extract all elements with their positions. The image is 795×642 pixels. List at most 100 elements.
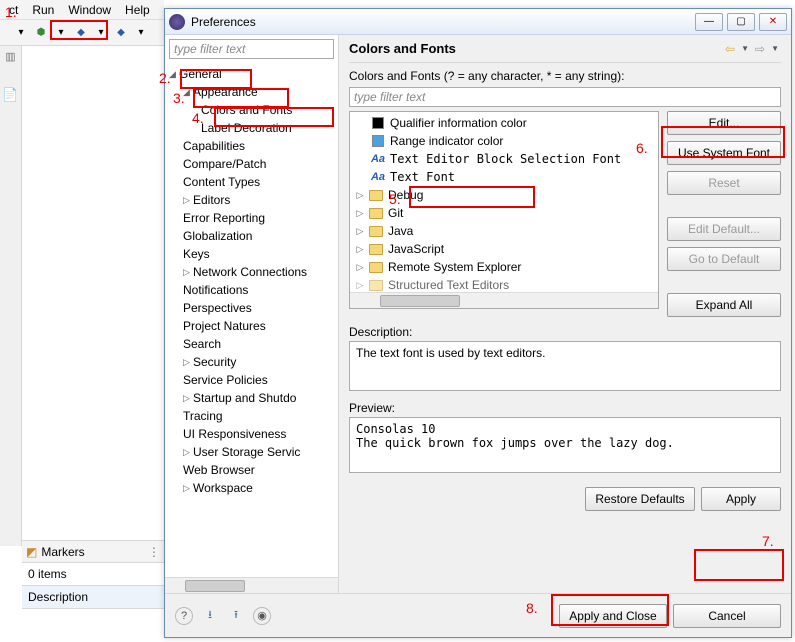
tree-security[interactable]: Security	[193, 353, 236, 371]
colors-fonts-list[interactable]: Qualifier information color Range indica…	[349, 111, 659, 309]
preferences-dialog: Preferences — ▢ ✕ type filter text ◢Gene…	[164, 8, 792, 638]
app-toolbar: ▾ ⬢ ▾ ◆ ▾ ◆ ▾	[0, 20, 164, 46]
tree-general[interactable]: General	[179, 65, 222, 83]
expand-all-button[interactable]: Expand All	[667, 293, 781, 317]
toolbar-icon[interactable]: ▾	[132, 24, 150, 42]
tree-tracing[interactable]: Tracing	[183, 407, 223, 425]
item-remote-system-explorer[interactable]: Remote System Explorer	[388, 258, 521, 276]
tree-perspectives[interactable]: Perspectives	[183, 299, 252, 317]
folder-icon	[369, 208, 383, 219]
dialog-titlebar: Preferences — ▢ ✕	[165, 9, 791, 35]
folder-icon	[369, 280, 383, 291]
tree-service-policies[interactable]: Service Policies	[183, 371, 268, 389]
help-icon[interactable]: ?	[175, 607, 193, 625]
import-icon[interactable]: ⭳	[201, 607, 219, 625]
toolbar-icon[interactable]: ▾	[92, 24, 110, 42]
tree-filter-input[interactable]: type filter text	[169, 39, 334, 59]
preference-tree[interactable]: ◢General ◢Appearance Colors and Fonts La…	[165, 63, 338, 577]
preference-main-pane: Colors and Fonts ⇦ ▼ ⇨ ▼ Colors and Font…	[339, 35, 791, 593]
close-button[interactable]: ✕	[759, 13, 787, 31]
markers-tab-label[interactable]: Markers	[41, 545, 84, 559]
tree-ui-responsiveness[interactable]: UI Responsiveness	[183, 425, 286, 443]
folder-icon	[369, 190, 383, 201]
reset-button[interactable]: Reset	[667, 171, 781, 195]
colors-fonts-filter-input[interactable]: type filter text	[349, 87, 781, 107]
tree-appearance[interactable]: Appearance	[193, 83, 258, 101]
preview-label: Preview:	[349, 401, 781, 415]
tree-capabilities[interactable]: Capabilities	[183, 137, 245, 155]
restore-icon[interactable]: ▥	[5, 50, 15, 63]
cancel-button[interactable]: Cancel	[673, 604, 781, 628]
apply-button[interactable]: Apply	[701, 487, 781, 511]
oomph-icon[interactable]: ◉	[253, 607, 271, 625]
tree-startup-shutdown[interactable]: Startup and Shutdo	[193, 389, 296, 407]
preference-tree-pane: type filter text ◢General ◢Appearance Co…	[165, 35, 339, 593]
menu-help[interactable]: Help	[118, 1, 157, 19]
markers-icon: ◩	[26, 545, 37, 559]
item-range-color[interactable]: Range indicator color	[390, 132, 503, 150]
tree-globalization[interactable]: Globalization	[183, 227, 252, 245]
dialog-footer: ? ⭳ ⭱ ◉ Apply and Close Cancel	[165, 593, 791, 637]
restore-defaults-button[interactable]: Restore Defaults	[585, 487, 695, 511]
item-block-selection-font[interactable]: Text Editor Block Selection Font	[390, 150, 621, 168]
tree-user-storage[interactable]: User Storage Servic	[193, 443, 300, 461]
tree-workspace[interactable]: Workspace	[193, 479, 253, 497]
description-box: The text font is used by text editors.	[349, 341, 781, 391]
minimize-button[interactable]: —	[695, 13, 723, 31]
server2-icon[interactable]: ◆	[112, 24, 130, 42]
server-icon[interactable]: ◆	[72, 24, 90, 42]
list-horiz-scrollbar[interactable]	[350, 292, 658, 308]
tree-colors-fonts[interactable]: Colors and Fonts	[201, 101, 292, 119]
menu-window[interactable]: Window	[61, 1, 118, 19]
font-icon: Aa	[371, 168, 385, 186]
description-label: Description:	[349, 325, 781, 339]
folder-icon	[369, 226, 383, 237]
new-icon[interactable]: ⬢	[32, 24, 50, 42]
tree-editors[interactable]: Editors	[193, 191, 230, 209]
apply-and-close-button[interactable]: Apply and Close	[559, 604, 667, 628]
tree-notifications[interactable]: Notifications	[183, 281, 248, 299]
tree-search[interactable]: Search	[183, 335, 221, 353]
item-java[interactable]: Java	[388, 222, 413, 240]
edit-default-button[interactable]: Edit Default...	[667, 217, 781, 241]
go-to-default-button[interactable]: Go to Default	[667, 247, 781, 271]
folder-icon	[369, 262, 383, 273]
tree-label-decorations[interactable]: Label Decoration	[201, 119, 292, 137]
item-debug[interactable]: Debug	[388, 186, 423, 204]
tree-network-connections[interactable]: Network Connections	[193, 263, 307, 281]
nav-back-icon[interactable]: ⇦	[723, 42, 737, 56]
tree-web-browser[interactable]: Web Browser	[183, 461, 255, 479]
markers-col-description[interactable]: Description	[22, 586, 164, 609]
eclipse-icon	[169, 14, 185, 30]
item-javascript[interactable]: JavaScript	[388, 240, 444, 258]
package-explorer-icon[interactable]: 📄	[2, 87, 18, 103]
tree-horiz-scrollbar[interactable]	[165, 577, 338, 593]
folder-icon	[369, 244, 383, 255]
tree-compare-patch[interactable]: Compare/Patch	[183, 155, 266, 173]
nav-forward-menu[interactable]: ▼	[769, 44, 781, 53]
colors-fonts-hint: Colors and Fonts (? = any character, * =…	[349, 69, 781, 83]
tree-keys[interactable]: Keys	[183, 245, 210, 263]
item-git[interactable]: Git	[388, 204, 403, 222]
maximize-button[interactable]: ▢	[727, 13, 755, 31]
toolbar-icon[interactable]: ▾	[52, 24, 70, 42]
menu-run[interactable]: Run	[25, 1, 61, 19]
export-icon[interactable]: ⭱	[227, 607, 245, 625]
menu-ct[interactable]: ct	[2, 1, 25, 19]
page-title: Colors and Fonts	[349, 41, 723, 56]
tree-content-types[interactable]: Content Types	[183, 173, 260, 191]
tree-error-reporting[interactable]: Error Reporting	[183, 209, 265, 227]
item-text-font[interactable]: Text Font	[390, 168, 455, 186]
nav-back-menu[interactable]: ▼	[739, 44, 751, 53]
item-qualifier-color[interactable]: Qualifier information color	[390, 114, 527, 132]
use-system-font-button[interactable]: Use System Font	[667, 141, 781, 165]
font-icon: Aa	[371, 150, 385, 168]
tree-project-natures[interactable]: Project Natures	[183, 317, 266, 335]
edit-button[interactable]: Edit...	[667, 111, 781, 135]
markers-more-icon[interactable]: ⋮	[148, 545, 160, 559]
markers-view: ◩ Markers ⋮ 0 items Description	[22, 540, 164, 642]
nav-forward-icon[interactable]: ⇨	[753, 42, 767, 56]
item-structured-text-editors[interactable]: Structured Text Editors	[388, 276, 509, 292]
toolbar-icon[interactable]: ▾	[12, 24, 30, 42]
sidebar-trim: ▥ 📄	[0, 46, 22, 546]
